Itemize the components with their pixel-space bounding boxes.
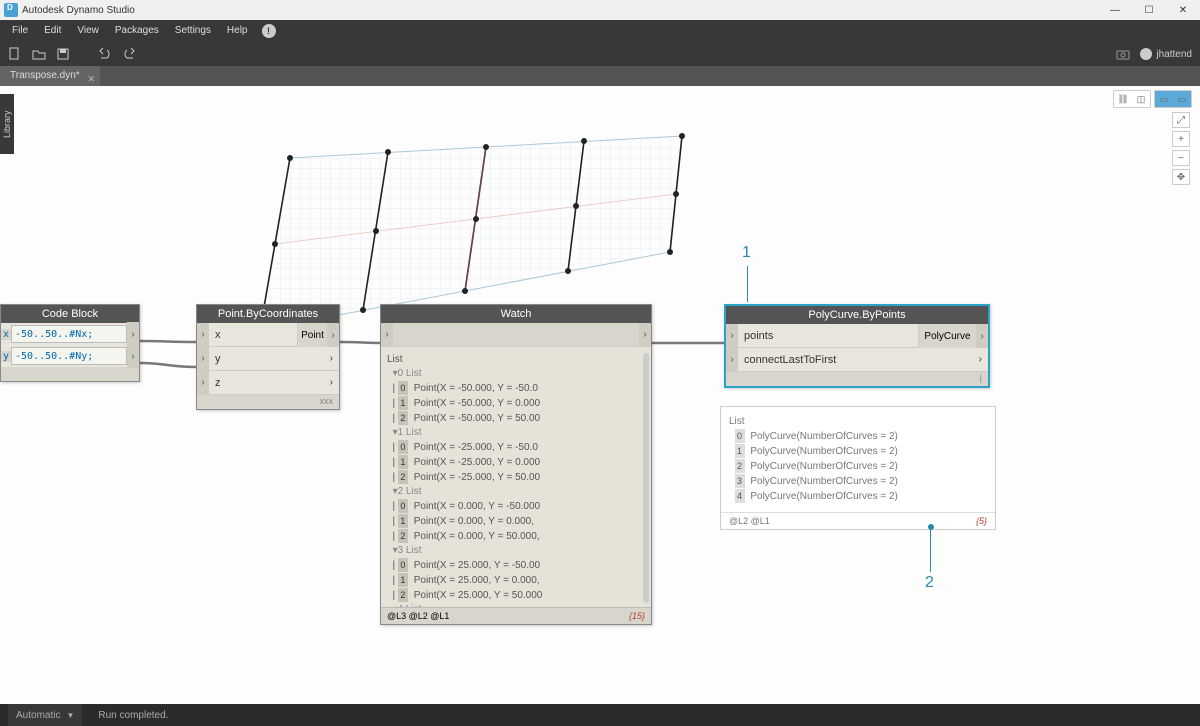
node-watch[interactable]: Watch › › List ▾0 List | 0 Point(X = -50…: [380, 304, 652, 625]
code-line[interactable]: -50..50..#Nx;: [11, 325, 127, 343]
node-header: Code Block: [1, 305, 139, 323]
status-message: Run completed.: [98, 710, 168, 721]
node-polycurve-bypoints[interactable]: PolyCurve.ByPoints › points › › connectL…: [724, 304, 990, 388]
file-tab-label: Transpose.dyn*: [10, 70, 80, 81]
close-button[interactable]: ✕: [1166, 5, 1200, 16]
library-panel-tab[interactable]: Library: [0, 94, 14, 154]
input-port[interactable]: ›: [197, 347, 209, 371]
node-code-block[interactable]: Code Block x -50..50..#Nx; › y -50..50..…: [0, 304, 140, 382]
view-mode-controls: ⛓ ◫ ▭ ▭: [1113, 90, 1192, 108]
view-cube-icon[interactable]: ◫: [1132, 91, 1150, 107]
node-point-bycoordinates[interactable]: Point.ByCoordinates › x › › y › › z › Po…: [196, 304, 340, 410]
user-chip[interactable]: jhattend: [1140, 48, 1192, 60]
pan-icon[interactable]: ✥: [1172, 169, 1190, 185]
input-label: z: [209, 377, 324, 389]
result-footer: @L2 @L1 {5}: [721, 512, 995, 529]
menu-edit[interactable]: Edit: [36, 20, 69, 42]
username: jhattend: [1156, 49, 1192, 60]
window-controls: — ☐ ✕: [1098, 5, 1200, 16]
input-label: y: [209, 353, 324, 365]
output-label: PolyCurve: [919, 331, 976, 342]
levels-label: @L2 @L1: [729, 516, 770, 526]
watch-list[interactable]: List ▾0 List | 0 Point(X = -50.000, Y = …: [381, 347, 651, 607]
run-mode-label: Automatic: [16, 710, 60, 721]
tabstrip: Transpose.dyn* ✕: [0, 66, 1200, 86]
count-label: {5}: [976, 516, 987, 526]
menu-file[interactable]: File: [4, 20, 36, 42]
menu-settings[interactable]: Settings: [167, 20, 219, 42]
input-port[interactable]: ›: [197, 323, 209, 347]
menu-packages[interactable]: Packages: [107, 20, 167, 42]
output-port[interactable]: ›: [127, 322, 139, 346]
input-port[interactable]: ›: [726, 324, 738, 348]
window-titlebar: Autodesk Dynamo Studio — ☐ ✕: [0, 0, 1200, 20]
callout-1: 1: [742, 244, 751, 262]
zoom-in-icon[interactable]: +: [1172, 131, 1190, 147]
callout-line: [747, 266, 748, 302]
node-header: Point.ByCoordinates: [197, 305, 339, 323]
open-icon[interactable]: [32, 47, 46, 61]
fit-icon[interactable]: ⤢: [1172, 112, 1190, 128]
new-icon[interactable]: [8, 47, 22, 61]
callout-line: [930, 530, 931, 572]
chevron-right-icon[interactable]: ›: [324, 353, 339, 364]
chevron-right-icon[interactable]: ›: [324, 377, 339, 388]
code-var: x: [1, 329, 11, 340]
scrollbar[interactable]: [643, 353, 649, 603]
output-label: Point: [298, 330, 327, 341]
save-icon[interactable]: [56, 47, 70, 61]
output-port[interactable]: ›: [976, 324, 988, 348]
menu-help[interactable]: Help: [219, 20, 256, 42]
menu-view[interactable]: View: [69, 20, 107, 42]
toolbar: jhattend: [0, 42, 1200, 66]
input-label: connectLastToFirst: [738, 354, 973, 366]
chevron-down-icon: ▼: [66, 711, 74, 720]
node-header: Watch: [381, 305, 651, 323]
chevron-right-icon[interactable]: ›: [973, 354, 988, 365]
file-tab[interactable]: Transpose.dyn* ✕: [0, 66, 100, 86]
info-icon[interactable]: !: [262, 24, 276, 38]
callout-dot: [928, 524, 934, 530]
statusbar: Automatic ▼ Run completed.: [0, 704, 1200, 726]
count-label: {15}: [629, 611, 645, 621]
minimize-button[interactable]: —: [1098, 5, 1132, 16]
input-port[interactable]: ›: [197, 371, 209, 395]
polycurve-result-panel: List 0 PolyCurve(NumberOfCurves = 2) 1 P…: [720, 406, 996, 530]
callout-2: 2: [925, 574, 934, 592]
zoom-out-icon[interactable]: −: [1172, 150, 1190, 166]
maximize-button[interactable]: ☐: [1132, 5, 1166, 16]
view-graph-icon[interactable]: ▭: [1155, 91, 1173, 107]
node-footer: |: [726, 372, 988, 386]
node-footer: [1, 367, 139, 381]
output-port[interactable]: ›: [327, 323, 339, 347]
watch-footer: @L3 @L2 @L1 {15}: [381, 607, 651, 624]
output-port[interactable]: ›: [127, 344, 139, 368]
canvas[interactable]: Library ⛓ ◫ ▭ ▭ ⤢ + − ✥: [0, 86, 1200, 704]
view-link-icon[interactable]: ⛓: [1114, 91, 1132, 107]
camera-icon[interactable]: [1116, 47, 1130, 61]
result-list: List 0 PolyCurve(NumberOfCurves = 2) 1 P…: [721, 407, 995, 512]
undo-icon[interactable]: [98, 47, 112, 61]
nav-controls: ⤢ + − ✥: [1172, 112, 1190, 185]
run-mode-dropdown[interactable]: Automatic ▼: [8, 704, 82, 726]
input-port[interactable]: ›: [726, 348, 738, 372]
code-var: y: [1, 351, 11, 362]
input-port[interactable]: ›: [381, 323, 393, 347]
lacing-label: xxx: [197, 395, 339, 409]
window-title: Autodesk Dynamo Studio: [22, 5, 1098, 16]
view-3d-icon[interactable]: ▭: [1173, 91, 1191, 107]
menubar: File Edit View Packages Settings Help !: [0, 20, 1200, 42]
app-icon: [4, 3, 18, 17]
code-line[interactable]: -50..50..#Ny;: [11, 347, 127, 365]
levels-label: @L3 @L2 @L1: [387, 611, 449, 621]
redo-icon[interactable]: [122, 47, 136, 61]
output-port[interactable]: ›: [639, 323, 651, 347]
node-header: PolyCurve.ByPoints: [726, 306, 988, 324]
avatar-icon: [1140, 48, 1152, 60]
